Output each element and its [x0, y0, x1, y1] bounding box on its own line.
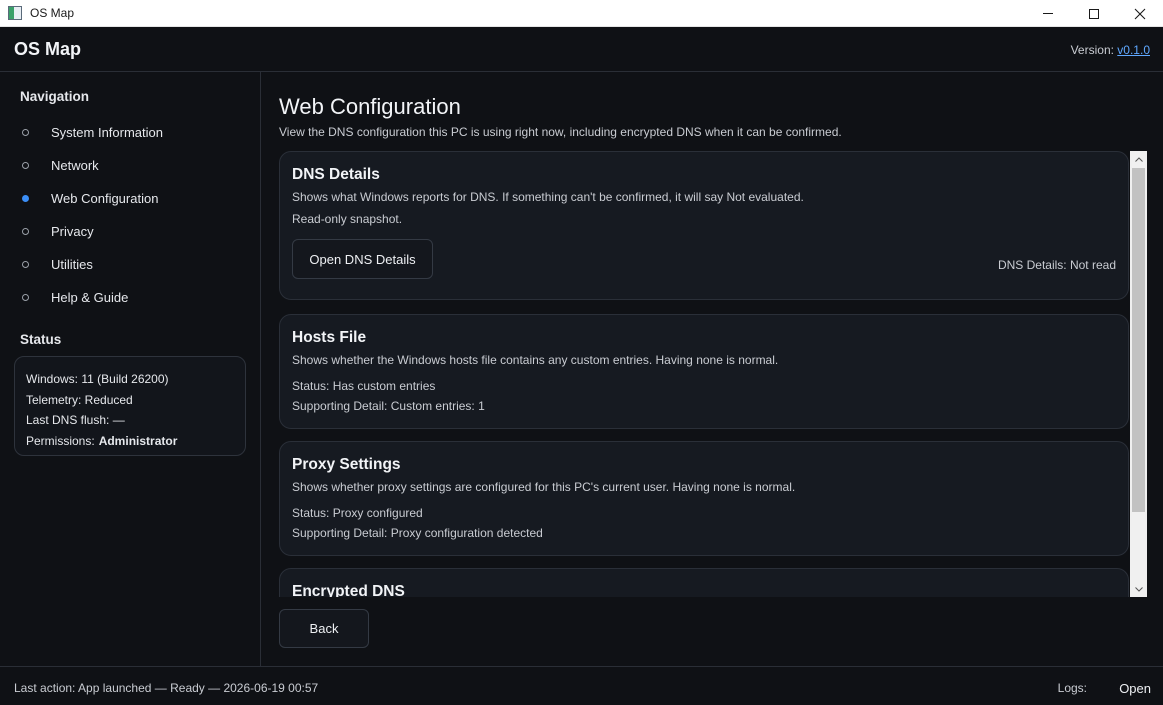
sidebar-item-system-information[interactable]: System Information	[22, 121, 163, 143]
status-permissions: Permissions: Administrator	[26, 431, 234, 452]
nav-dot-active-icon	[22, 194, 29, 202]
scrollbar-thumb[interactable]	[1132, 168, 1145, 512]
permissions-label: Permissions:	[26, 433, 95, 448]
nav-dot-icon	[22, 260, 29, 268]
card-title: Hosts File	[292, 329, 367, 346]
minimize-icon[interactable]	[1025, 0, 1071, 27]
nav-dot-icon	[22, 128, 29, 136]
navigation-heading: Navigation	[20, 89, 90, 104]
encrypted-dns-card: Encrypted DNS	[279, 568, 1129, 597]
card-note: Read-only snapshot.	[292, 212, 403, 226]
app-window-icon	[8, 6, 22, 20]
open-dns-details-button[interactable]: Open DNS Details	[292, 239, 433, 279]
dns-details-status: DNS Details: Not read	[997, 258, 1116, 272]
nav-dot-icon	[22, 293, 29, 301]
card-title: Proxy Settings	[292, 456, 401, 473]
window-titlebar: OS Map	[0, 0, 1163, 27]
status-heading: Status	[20, 332, 62, 347]
card-subtitle: Shows what Windows reports for DNS. If s…	[292, 190, 804, 204]
version-info: Version: v0.1.0	[1071, 43, 1150, 57]
app-title: OS Map	[14, 39, 82, 59]
scroll-up-arrow-icon[interactable]	[1130, 151, 1147, 167]
sidebar-item-label: Utilities	[51, 256, 93, 272]
hosts-file-card: Hosts File Shows whether the Windows hos…	[279, 314, 1129, 429]
status-dns-flush: Last DNS flush: —	[26, 413, 125, 427]
card-subtitle: Shows whether the Windows hosts file con…	[292, 353, 779, 367]
sidebar-item-privacy[interactable]: Privacy	[22, 220, 94, 242]
vertical-scrollbar[interactable]	[1130, 151, 1147, 597]
cards-scroll-area[interactable]: DNS Details Shows what Windows reports f…	[279, 151, 1147, 597]
proxy-status: Status: Proxy configured	[292, 506, 423, 520]
maximize-icon[interactable]	[1071, 0, 1117, 27]
hosts-detail: Supporting Detail: Custom entries: 1	[292, 399, 485, 413]
card-title: DNS Details	[292, 166, 380, 183]
sidebar-item-label: Privacy	[51, 223, 94, 239]
dns-details-card: DNS Details Shows what Windows reports f…	[279, 151, 1129, 300]
nav-dot-icon	[22, 227, 29, 235]
last-action-text: Last action: App launched — Ready — 2026…	[14, 681, 319, 695]
sidebar-item-label: Web Configuration	[51, 190, 159, 206]
sidebar-item-network[interactable]: Network	[22, 154, 99, 176]
sidebar-item-label: Network	[51, 157, 99, 173]
sidebar-item-help-guide[interactable]: Help & Guide	[22, 286, 128, 308]
logs-label: Logs:	[1057, 681, 1087, 695]
status-footer: Last action: App launched — Ready — 2026…	[0, 666, 1163, 705]
hosts-status: Status: Has custom entries	[292, 379, 436, 393]
version-link[interactable]: v0.1.0	[1117, 43, 1150, 57]
status-windows: Windows: 11 (Build 26200)	[26, 372, 169, 386]
sidebar-item-label: Help & Guide	[51, 289, 129, 305]
close-icon[interactable]	[1117, 0, 1163, 27]
app-header: OS Map Version: v0.1.0	[0, 27, 1163, 72]
proxy-detail: Supporting Detail: Proxy configuration d…	[292, 526, 543, 540]
sidebar-item-label: System Information	[51, 124, 163, 140]
card-subtitle: Shows whether proxy settings are configu…	[292, 480, 796, 494]
version-label: Version:	[1070, 43, 1114, 57]
window-controls	[1025, 0, 1163, 27]
sidebar: Navigation System Information Network We…	[0, 72, 261, 666]
main-content: Web Configuration View the DNS configura…	[261, 72, 1163, 666]
proxy-settings-card: Proxy Settings Shows whether proxy setti…	[279, 441, 1129, 556]
status-panel: Windows: 11 (Build 26200) Telemetry: Red…	[14, 356, 246, 456]
logs-open-button[interactable]: Open	[1119, 681, 1151, 696]
sidebar-item-utilities[interactable]: Utilities	[22, 253, 93, 275]
scroll-down-arrow-icon[interactable]	[1130, 581, 1147, 597]
nav-dot-icon	[22, 161, 29, 169]
window-title: OS Map	[30, 6, 75, 20]
status-telemetry: Telemetry: Reduced	[26, 392, 133, 407]
back-button[interactable]: Back	[279, 609, 369, 648]
permissions-value: Administrator	[98, 433, 178, 448]
page-description: View the DNS configuration this PC is us…	[279, 125, 842, 139]
sidebar-item-web-configuration[interactable]: Web Configuration	[22, 187, 158, 209]
page-title: Web Configuration	[279, 94, 461, 119]
card-title: Encrypted DNS	[292, 583, 405, 597]
